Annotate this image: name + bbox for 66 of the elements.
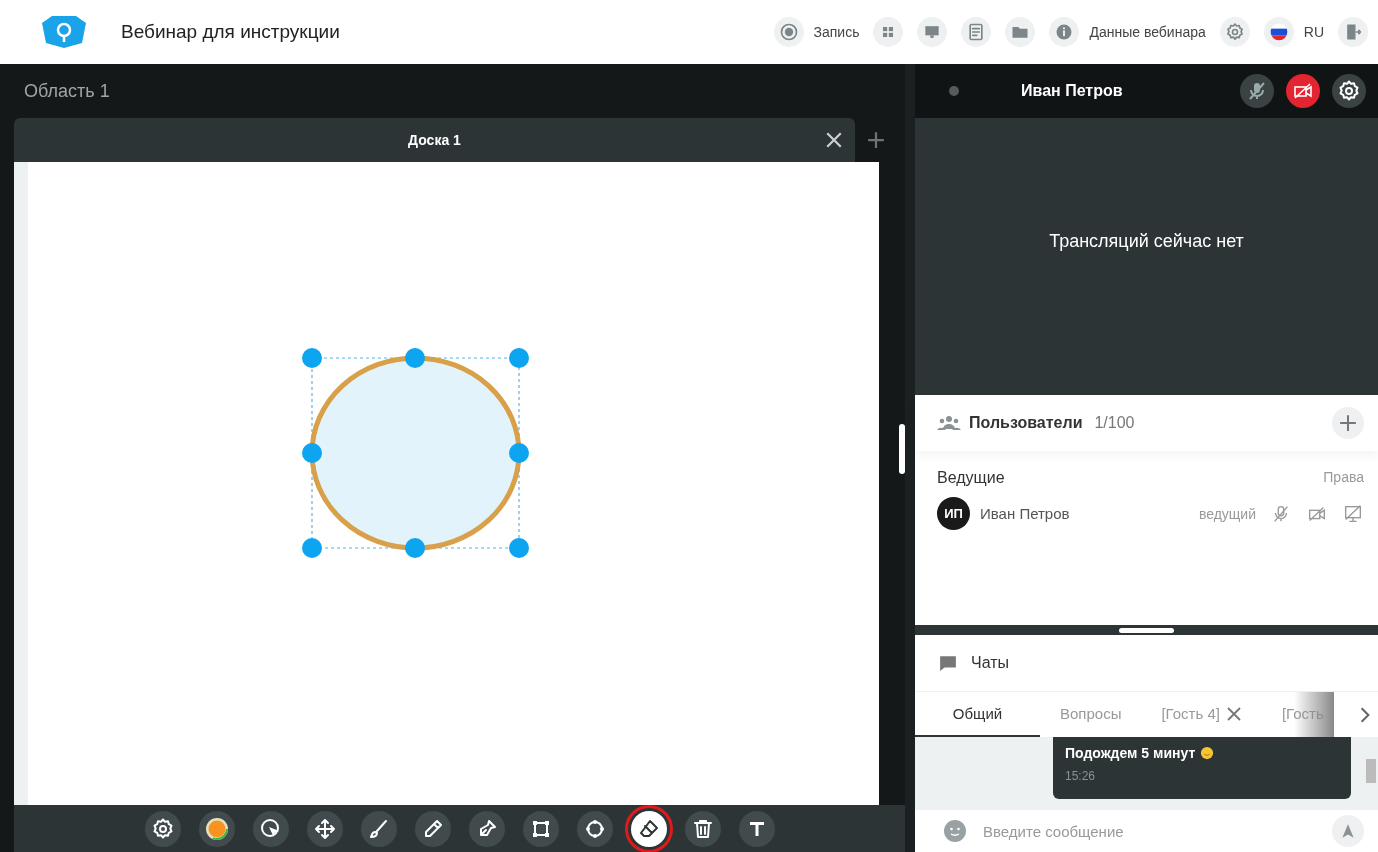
message-time: 15:26 <box>1065 769 1097 783</box>
color-picker-icon <box>204 816 229 841</box>
record-icon <box>773 17 804 47</box>
move-icon <box>312 816 337 841</box>
send-button[interactable] <box>1332 815 1364 847</box>
rights-label: Права <box>1323 469 1364 487</box>
grid-icon <box>873 17 904 47</box>
folder-icon <box>1005 17 1036 47</box>
users-count: 1/100 <box>1094 414 1135 432</box>
message-input[interactable]: Введите сообщение <box>981 821 1318 841</box>
camera-button[interactable] <box>1286 74 1320 108</box>
settings-icon <box>1219 17 1250 47</box>
add-tab-icon[interactable] <box>867 131 885 149</box>
trash-tool[interactable] <box>684 810 721 847</box>
exit-button[interactable] <box>1338 17 1368 47</box>
text-tool[interactable] <box>738 810 775 847</box>
pencil-tool[interactable] <box>414 810 451 847</box>
apps-button[interactable] <box>873 17 904 47</box>
rectangle-tool[interactable] <box>522 810 559 847</box>
circle-tool[interactable] <box>576 810 613 847</box>
close-icon[interactable] <box>1225 705 1242 722</box>
document-button[interactable] <box>961 17 992 47</box>
user-avatar: ИП <box>937 497 970 530</box>
user-role: ведущий <box>1198 505 1256 522</box>
speaker-name: Иван Петров <box>1021 82 1123 100</box>
plus-icon <box>1339 414 1357 432</box>
smiley-icon <box>1200 746 1215 760</box>
close-icon[interactable] <box>825 131 843 149</box>
logo-icon <box>40 15 88 49</box>
splitter-handle[interactable] <box>899 423 905 474</box>
webinar-title: Вебинар для инструкции <box>121 21 340 43</box>
language-button[interactable]: RU <box>1263 17 1324 47</box>
send-icon <box>1339 822 1357 840</box>
user-name: Иван Петров <box>980 505 1070 522</box>
color-tool[interactable] <box>198 810 235 847</box>
record-button[interactable]: Запись <box>773 17 860 47</box>
no-broadcast-message: Трансляций сейчас нет <box>1049 231 1244 252</box>
message-text: Подождем 5 минут <box>1065 745 1196 761</box>
chats-title: Чаты <box>971 654 1010 672</box>
group-name: Ведущие <box>937 469 1005 487</box>
exit-icon <box>1338 17 1368 47</box>
board-tab[interactable]: Доска 1 <box>14 118 855 162</box>
status-dot <box>949 86 959 96</box>
move-tool[interactable] <box>306 810 343 847</box>
settings-button[interactable] <box>1332 74 1366 108</box>
screen-button[interactable] <box>917 17 948 47</box>
document-icon <box>961 17 992 47</box>
pointer-tool[interactable] <box>252 810 289 847</box>
add-user-button[interactable] <box>1332 407 1364 439</box>
microphone-button[interactable] <box>1240 74 1274 108</box>
settings-icon <box>1337 79 1361 103</box>
chat-icon <box>939 654 957 672</box>
users-icon <box>937 415 961 431</box>
info-button[interactable]: Данные вебинара <box>1049 17 1206 47</box>
brush-tool[interactable] <box>360 810 397 847</box>
resize-handle[interactable] <box>1119 627 1174 633</box>
emoji-icon[interactable] <box>943 819 967 843</box>
scrollbar[interactable] <box>1366 759 1376 783</box>
settings-tool[interactable] <box>144 810 181 847</box>
users-title: Пользователи <box>969 414 1083 432</box>
pen-tool[interactable] <box>468 810 505 847</box>
folder-button[interactable] <box>1005 17 1036 47</box>
area-title: Область 1 <box>24 80 110 102</box>
monitor-icon <box>917 17 948 47</box>
flag-icon <box>1263 17 1294 47</box>
info-icon <box>1049 17 1080 47</box>
